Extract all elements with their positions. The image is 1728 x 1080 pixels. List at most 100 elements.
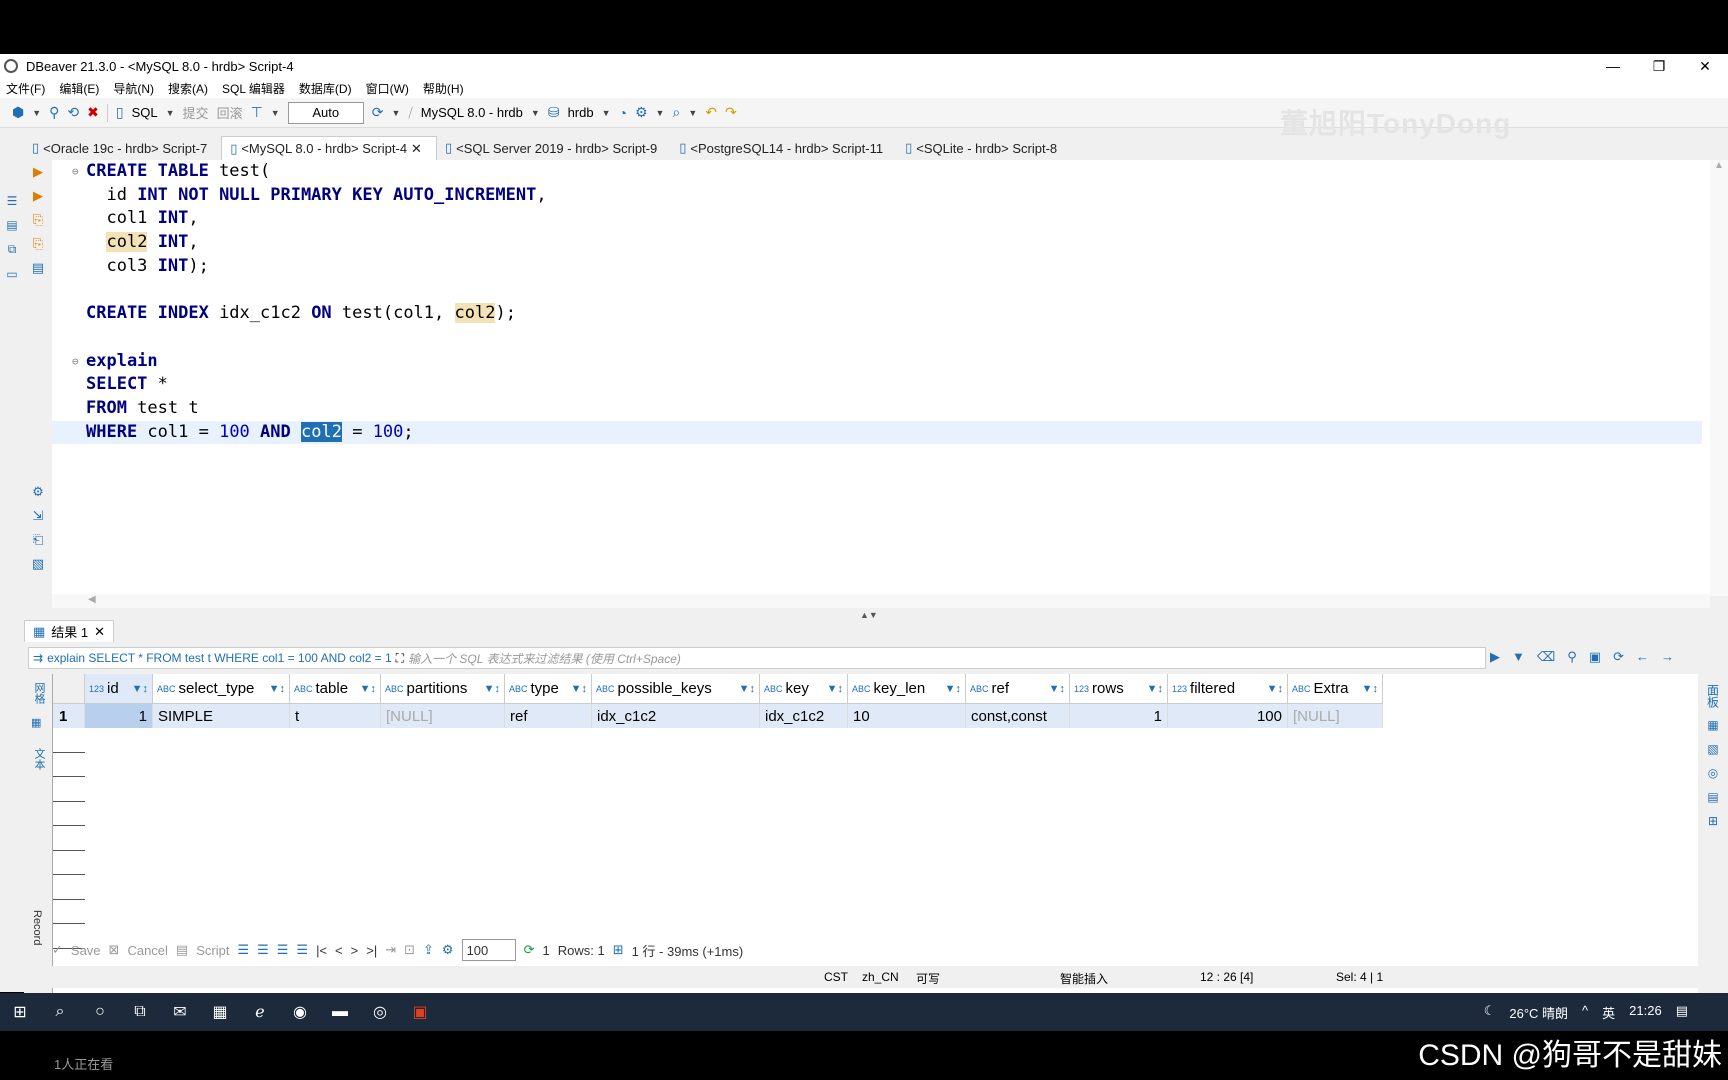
- cancel-button[interactable]: Cancel: [127, 943, 167, 958]
- commit-button[interactable]: 提交: [183, 103, 209, 122]
- column-header[interactable]: 123 id ▼↕: [85, 674, 153, 704]
- nav-back-icon[interactable]: ←: [1636, 649, 1649, 665]
- cell-filtered[interactable]: 100: [1168, 704, 1288, 728]
- windows-start-icon[interactable]: ⊞: [0, 1002, 40, 1022]
- cortana-icon[interactable]: ○: [80, 1003, 120, 1021]
- sort-filter-icon[interactable]: ▼↕: [827, 683, 843, 695]
- sql-button[interactable]: SQL: [132, 105, 158, 120]
- sql-editor-icon[interactable]: ▯: [116, 104, 124, 121]
- next-page-icon[interactable]: >: [351, 943, 359, 958]
- references-panel-icon[interactable]: ⊞: [1708, 814, 1718, 828]
- file-explorer-icon[interactable]: ▬: [320, 1003, 360, 1021]
- explain-plan-icon[interactable]: ⎘: [33, 208, 43, 232]
- add-row-icon[interactable]: ☰: [257, 942, 269, 958]
- notification-icon[interactable]: ▤: [1676, 1003, 1688, 1022]
- metadata-panel-icon[interactable]: ▧: [1707, 742, 1718, 756]
- edit-row-icon[interactable]: ☰: [237, 942, 249, 958]
- clock[interactable]: 21:26: [1629, 1003, 1662, 1022]
- column-header[interactable]: ABC Extra ▼↕: [1288, 674, 1383, 704]
- pane-splitter-icon[interactable]: ▲▼: [860, 610, 878, 620]
- powerpoint-icon[interactable]: ▣: [400, 1002, 440, 1022]
- chrome-icon[interactable]: ◎: [360, 1002, 400, 1022]
- sort-filter-icon[interactable]: ▼↕: [1267, 683, 1283, 695]
- cell-key[interactable]: idx_c1c2: [760, 704, 848, 728]
- new-connection-icon[interactable]: ⬢: [12, 104, 24, 121]
- apply-filter-icon[interactable]: ▶: [1490, 649, 1500, 665]
- last-page-icon[interactable]: >|: [366, 943, 377, 958]
- cell-table[interactable]: t: [290, 704, 381, 728]
- disconnect-icon[interactable]: ✖: [87, 104, 99, 121]
- search-icon[interactable]: ⌕: [40, 1003, 80, 1021]
- filter-history-icon[interactable]: ▼: [1512, 649, 1525, 665]
- sql-editor[interactable]: ⊖ CREATE TABLE test( id INT NOT NULL PRIM…: [52, 160, 1710, 596]
- column-header[interactable]: 123 filtered ▼↕: [1168, 674, 1288, 704]
- load-plan-icon[interactable]: ⎘: [33, 232, 43, 256]
- restore-panel-icon[interactable]: ⧉: [8, 242, 17, 257]
- tab-sqlserver-script-9[interactable]: ▯ <SQL Server 2019 - hrdb> Script-9: [437, 136, 671, 160]
- results-tab[interactable]: ▦ 结果 1 ✕: [24, 620, 114, 642]
- format-icon[interactable]: ▤: [32, 256, 44, 280]
- connect-icon[interactable]: ⚲: [49, 104, 59, 121]
- menu-file[interactable]: 文件(F): [6, 80, 45, 97]
- sort-filter-icon[interactable]: ▼↕: [132, 683, 148, 695]
- sort-filter-icon[interactable]: ▼↕: [739, 683, 755, 695]
- dbeaver-taskbar-icon[interactable]: ◉: [280, 1002, 320, 1022]
- menu-window[interactable]: 窗口(W): [366, 80, 409, 97]
- tab-sqlite-script-8[interactable]: ▯ <SQLite - hrdb> Script-8: [897, 136, 1071, 160]
- save-button[interactable]: Save: [71, 943, 101, 958]
- delete-row-icon[interactable]: ☰: [296, 942, 308, 958]
- column-header[interactable]: ABC type ▼↕: [505, 674, 592, 704]
- sort-filter-icon[interactable]: ▼↕: [571, 683, 587, 695]
- copy-row-icon[interactable]: ☰: [277, 942, 289, 958]
- editor-vertical-scrollbar[interactable]: ▲: [1710, 160, 1728, 596]
- nav-forward-icon[interactable]: →: [1661, 649, 1674, 665]
- outline-icon[interactable]: ▧: [32, 552, 44, 576]
- database-navigator-icon[interactable]: ☰: [7, 194, 18, 208]
- dashboard-icon[interactable]: ◔: [619, 105, 627, 121]
- row-number[interactable]: 1: [53, 704, 85, 728]
- grid-view-icon[interactable]: ▦: [31, 716, 41, 729]
- table-row[interactable]: 1 1 SIMPLE t [NULL] ref idx_c1c2 idx_c1c…: [53, 704, 1383, 728]
- cell-select-type[interactable]: SIMPLE: [153, 704, 290, 728]
- mail-icon[interactable]: ✉: [160, 1002, 200, 1022]
- cell-ref[interactable]: const,const: [966, 704, 1070, 728]
- sort-filter-icon[interactable]: ▼↕: [360, 683, 376, 695]
- expand-icon[interactable]: ⛶: [396, 651, 404, 666]
- filter-settings-icon[interactable]: ⚲: [1567, 649, 1577, 665]
- tab-mysql-script-4[interactable]: ▯ <MySQL 8.0 - hrdb> Script-4 ✕: [221, 136, 437, 160]
- menu-sql-editor[interactable]: SQL 编辑器: [222, 80, 285, 97]
- sort-filter-icon[interactable]: ▼↕: [1362, 683, 1378, 695]
- column-header[interactable]: 123 rows ▼↕: [1070, 674, 1168, 704]
- export-icon[interactable]: ⇲: [33, 504, 44, 528]
- ime-indicator[interactable]: 英: [1602, 1003, 1615, 1022]
- cell-possible-keys[interactable]: idx_c1c2: [592, 704, 760, 728]
- save-filter-icon[interactable]: ▣: [1589, 649, 1601, 665]
- fetch-all-icon[interactable]: ⊡: [404, 942, 415, 958]
- refresh-icon[interactable]: ⟳: [1613, 649, 1624, 665]
- transaction-mode-box[interactable]: Auto: [287, 101, 364, 124]
- cell-type[interactable]: ref: [505, 704, 592, 728]
- connection-selector[interactable]: MySQL 8.0 - hrdb: [421, 105, 523, 120]
- projects-icon[interactable]: ▤: [6, 218, 17, 232]
- filter-input[interactable]: 输入一个 SQL 表达式来过滤结果 (使用 Ctrl+Space): [408, 650, 681, 667]
- grid-view-tab[interactable]: 网格: [31, 682, 47, 704]
- cell-id[interactable]: 1: [85, 704, 153, 728]
- sort-filter-icon[interactable]: ▼↕: [484, 683, 500, 695]
- menu-help[interactable]: 帮助(H): [423, 80, 464, 97]
- panels-tab[interactable]: 面板: [1705, 684, 1722, 708]
- sort-filter-icon[interactable]: ▼↕: [1049, 683, 1065, 695]
- execute-script-icon[interactable]: ▶: [33, 184, 43, 208]
- settings-icon[interactable]: ⚙: [32, 480, 44, 504]
- column-header[interactable]: ABC possible_keys ▼↕: [592, 674, 760, 704]
- history-icon[interactable]: ⟳: [372, 104, 384, 121]
- invalidate-icon[interactable]: ⟲: [67, 104, 79, 121]
- menu-database[interactable]: 数据库(D): [299, 80, 352, 97]
- sort-filter-icon[interactable]: ▼↕: [945, 683, 961, 695]
- schema-selector[interactable]: hrdb: [568, 105, 594, 120]
- weather-text[interactable]: 26°C 晴朗: [1509, 1003, 1568, 1022]
- editor-horizontal-scrollbar[interactable]: ◀: [52, 594, 1710, 608]
- transaction-mode-icon[interactable]: ⊤: [251, 104, 263, 121]
- tab-postgresql-script-11[interactable]: ▯ <PostgreSQL14 - hrdb> Script-11: [671, 136, 897, 160]
- prev-page-icon[interactable]: <: [335, 943, 343, 958]
- record-view-tab[interactable]: Record: [31, 910, 43, 945]
